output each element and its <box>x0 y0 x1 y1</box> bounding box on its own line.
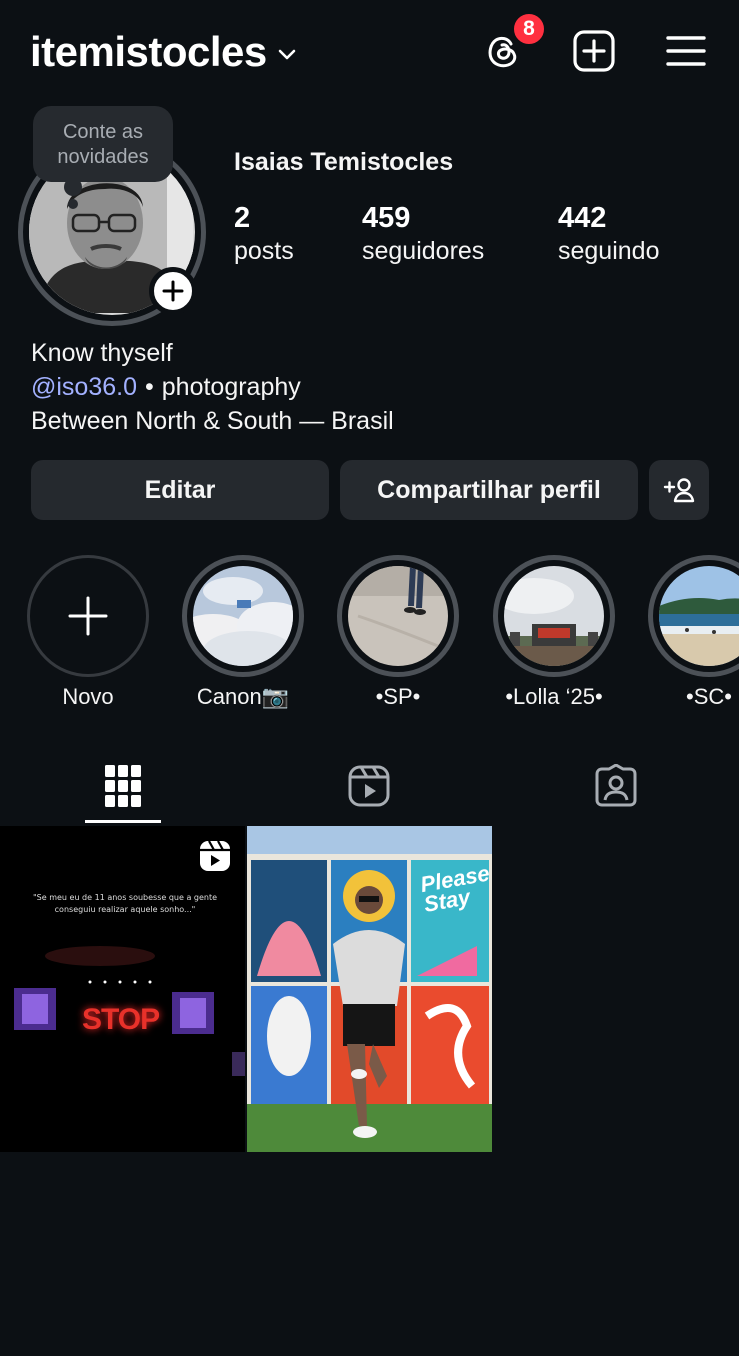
highlight-label: Canon📷 <box>196 684 290 709</box>
plus-icon <box>162 280 184 302</box>
reel-badge-icon <box>200 840 230 871</box>
account-switcher[interactable]: itemistocles <box>30 28 297 76</box>
post-thumbnail-reel[interactable]: "Se meu eu de 11 anos soubesse que a gen… <box>0 826 245 1152</box>
note-text: Conte as novidades <box>57 121 149 168</box>
highlight-sc[interactable]: •SC• <box>648 555 739 710</box>
profile-page: itemistocles 8 Conte as novidades Isaias… <box>0 0 739 1356</box>
bio-category: photography <box>161 373 301 401</box>
tab-tagged[interactable] <box>493 750 739 822</box>
share-profile-button[interactable]: Compartilhar perfil <box>340 460 638 520</box>
stat-value: 442 <box>558 202 607 234</box>
highlight-new[interactable]: Novo <box>27 555 149 710</box>
reel-caption: "Se meu eu de 11 anos soubesse que a gen… <box>32 893 218 914</box>
tab-posts-grid[interactable] <box>0 750 246 822</box>
bio-mention-link[interactable]: @iso36.0 <box>31 373 137 401</box>
highlight-ring <box>337 555 459 677</box>
top-bar: itemistocles 8 <box>0 0 739 104</box>
chevron-down-icon <box>278 49 296 60</box>
stage-sign-text: STOP <box>82 1003 160 1036</box>
stat-label: seguindo <box>558 237 660 265</box>
note-bubble[interactable]: Conte as novidades <box>33 106 173 182</box>
menu-button[interactable] <box>663 28 709 74</box>
post-thumbnail-photo[interactable]: Please Stay <box>247 826 492 1152</box>
profile-full-name: Isaias Temistocles <box>234 148 454 176</box>
highlight-sp[interactable]: •SP• <box>337 555 459 710</box>
plus-square-icon <box>573 30 615 72</box>
add-story-button[interactable] <box>149 267 197 315</box>
highlight-ring <box>493 555 615 677</box>
highlight-label: •Lolla ‘25• <box>505 684 603 709</box>
bio-line: Between North & South — Brasil <box>31 407 394 435</box>
highlight-label: •SC• <box>686 684 732 709</box>
stat-label: posts <box>234 237 294 265</box>
hamburger-menu-icon <box>666 36 706 66</box>
active-tab-indicator <box>85 820 161 823</box>
notification-badge: 8 <box>511 11 547 47</box>
create-button[interactable] <box>571 28 617 74</box>
highlight-label: •SP• <box>375 684 421 709</box>
username: itemistocles <box>30 28 267 75</box>
grid-icon <box>105 765 141 807</box>
edit-profile-button[interactable]: Editar <box>31 460 329 520</box>
stat-posts[interactable]: 2 posts <box>234 202 294 266</box>
highlight-canon[interactable]: Canon📷 <box>182 555 304 710</box>
add-person-icon <box>663 478 695 503</box>
note-bubble-tail <box>64 178 82 196</box>
highlight-label: Novo <box>62 684 114 709</box>
stat-followers[interactable]: 459 seguidores <box>362 202 484 266</box>
highlight-cover <box>504 566 604 666</box>
reels-icon <box>348 765 390 807</box>
plus-icon <box>68 596 108 636</box>
highlight-cover <box>193 566 293 666</box>
reel-thumbnail-art <box>0 826 245 1152</box>
stat-value: 2 <box>234 202 251 234</box>
discover-people-button[interactable] <box>649 460 709 520</box>
bio-separator: • <box>145 373 154 401</box>
profile-bio: Know thyself @iso36.0 • photography Betwee… <box>31 336 394 438</box>
stat-label: seguidores <box>362 237 485 265</box>
bio-line: Know thyself <box>31 339 173 367</box>
note-bubble-tail-small <box>68 199 78 209</box>
stat-following[interactable]: 442 seguindo <box>558 202 659 266</box>
highlight-cover <box>348 566 448 666</box>
stat-value: 459 <box>362 202 411 234</box>
highlight-lolla[interactable]: •Lolla ‘25• <box>493 555 615 710</box>
highlight-new-ring <box>27 555 149 677</box>
highlight-ring <box>182 555 304 677</box>
highlight-cover <box>659 566 739 666</box>
tagged-icon <box>595 764 637 807</box>
highlight-ring <box>648 555 739 677</box>
tab-reels[interactable] <box>246 750 492 822</box>
bio-line: @iso36.0 • photography <box>31 370 394 404</box>
